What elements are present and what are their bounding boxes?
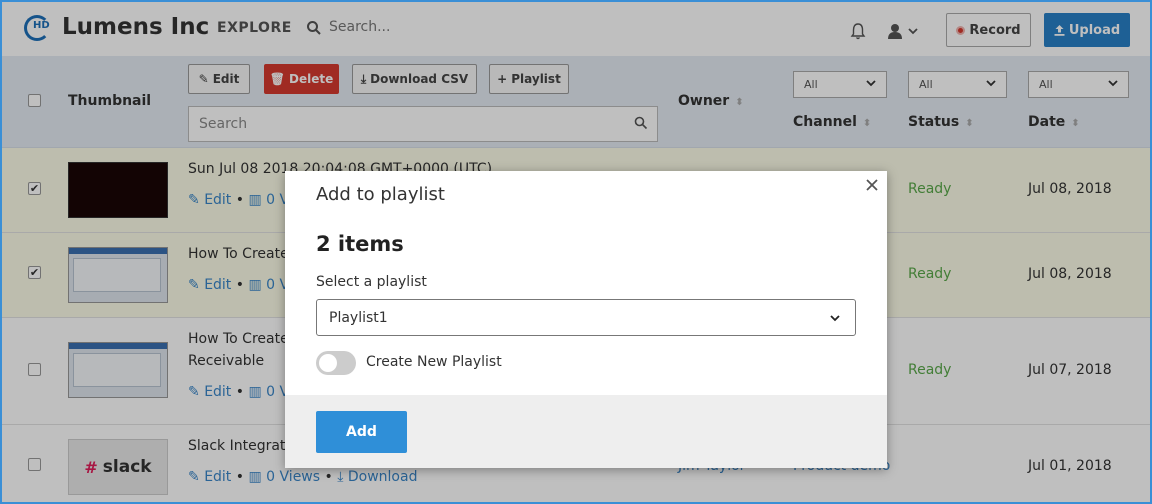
create-new-playlist-label: Create New Playlist [366, 354, 502, 370]
item-count: 2 items [316, 232, 404, 256]
playlist-select-value: Playlist1 [329, 310, 388, 326]
create-new-playlist-toggle[interactable] [316, 351, 356, 375]
add-button[interactable]: Add [316, 411, 407, 453]
dialog-title: Add to playlist [316, 184, 445, 205]
dialog-footer: Add [285, 395, 887, 468]
add-to-playlist-dialog: Add to playlist 2 items Select a playlis… [285, 171, 887, 468]
chevron-down-icon [830, 315, 840, 322]
playlist-select[interactable]: Playlist1 [316, 299, 856, 336]
close-icon[interactable] [865, 178, 879, 192]
toggle-knob [319, 354, 337, 372]
playlist-select-label: Select a playlist [316, 274, 427, 290]
app-window: HD Lumens Inc EXPLORE Search... Record U… [0, 0, 1152, 504]
